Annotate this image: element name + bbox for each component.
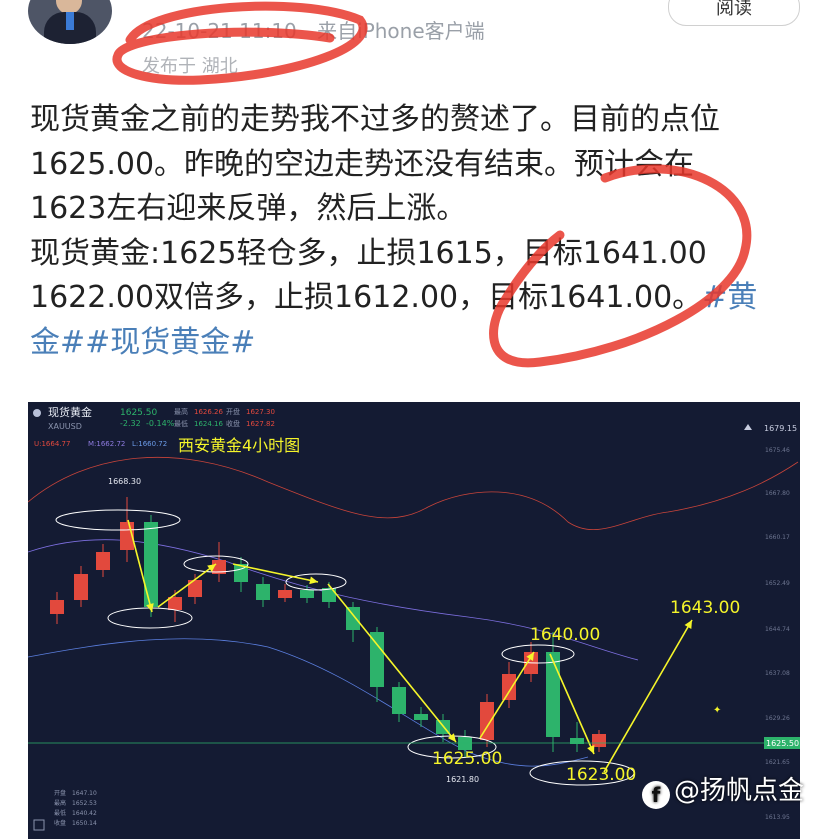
close-value: 1627.82: [246, 420, 275, 428]
open-label: 开盘: [226, 407, 240, 416]
annotation-1623: 1623.00: [566, 765, 636, 785]
chart-symbol[interactable]: 现货黄金: [48, 405, 92, 419]
post-line: 1622.00双倍多，止损1612.00，目标1641.00。#黄: [30, 276, 800, 321]
ohlc-key: 最低: [54, 809, 66, 817]
cursor-marker: ✦: [713, 705, 721, 716]
axis-tick-label: 1675.46: [765, 447, 790, 454]
candle-body: [346, 607, 360, 630]
chart-code: XAUUSD: [48, 422, 82, 431]
hashtag-link[interactable]: #黄: [702, 280, 757, 315]
high-label: 最高: [174, 407, 188, 416]
candle-body: [300, 590, 314, 598]
post-line: 现货黄金:1625轻仓多，止损1615，目标1641.00: [30, 235, 707, 271]
watermark-text: @扬帆点金: [674, 776, 805, 806]
ohlc-key: 开盘: [54, 789, 66, 797]
trend-arrow-head: [309, 576, 318, 585]
post-datetime: 22-10-21 11:10: [142, 19, 297, 43]
trend-arrow-line: [157, 563, 217, 608]
candle-body: [502, 674, 516, 700]
toolbar-icon[interactable]: [33, 819, 45, 831]
watermark: f @扬帆点金: [642, 770, 804, 809]
high-value: 1626.26: [194, 408, 223, 416]
trend-arrow-line: [479, 651, 535, 739]
hand-ellipses: [55, 509, 635, 786]
candle-body: [74, 574, 88, 600]
annotation-ellipse: [55, 509, 181, 531]
candle-body: [144, 522, 158, 607]
menu-icon[interactable]: [33, 409, 41, 417]
ohlc-value: 1640.42: [72, 810, 97, 817]
candle-body: [278, 590, 292, 598]
candle-body: [50, 600, 64, 614]
watermark-logo-icon: f: [642, 781, 670, 809]
chart-change-pct: -0.14%: [146, 419, 175, 428]
ohlc-key: 收盘: [54, 819, 66, 827]
upper-band: [28, 456, 799, 531]
candle-body: [256, 584, 270, 600]
axis-tick-label: 1644.74: [765, 626, 790, 633]
annotation-1643: 1643.00: [670, 598, 740, 618]
ohlc-value: 1650.14: [72, 820, 97, 827]
boll-upper: U:1664.77: [34, 440, 70, 448]
chart-title: 西安黄金4小时图: [178, 436, 300, 455]
trend-arrow-line: [327, 583, 457, 743]
ohlc-key: 最高: [54, 799, 66, 807]
candle-body: [370, 632, 384, 687]
candle-body: [546, 652, 560, 737]
chart-change: -2.32: [120, 419, 141, 428]
hashtag-link[interactable]: 金##现货黄金#: [30, 321, 800, 366]
low-value: 1624.16: [194, 420, 223, 428]
close-label: 收盘: [226, 419, 240, 428]
trend-arrows: [127, 519, 693, 773]
annotation-1625: 1625.00: [432, 749, 502, 769]
axis-tick-label: 1613.95: [765, 814, 790, 821]
open-value: 1627.30: [246, 408, 275, 416]
candle-body: [96, 552, 110, 570]
avatar[interactable]: [28, 0, 112, 44]
low-label: 最低: [174, 419, 188, 428]
candle-body: [414, 714, 428, 720]
candle-body: [592, 734, 606, 747]
axis-tick-label: 1660.17: [765, 534, 790, 541]
ohlc-value: 1652.53: [72, 800, 97, 807]
peak-label: 1668.30: [108, 477, 141, 486]
top-right-value: 1679.15: [764, 424, 797, 433]
lower-band: [28, 638, 589, 767]
axis-tick-label: 1629.26: [765, 715, 790, 722]
post-line: 1623左右迎来反弹，然后上涨。: [30, 191, 467, 226]
boll-lower: L:1660.72: [132, 440, 167, 448]
axis-tick-label: 1667.80: [765, 490, 790, 497]
avatar-tie: [66, 12, 74, 30]
axis-tick-label: 1652.49: [765, 580, 790, 587]
current-price-tag-text: 1625.50: [766, 739, 799, 748]
chart-price: 1625.50: [120, 408, 157, 418]
post-body: 现货黄金之前的走势我不过多的赘述了。目前的点位 1625.00。昨晚的空边走势还…: [30, 98, 800, 365]
candle-body: [392, 687, 406, 714]
bell-icon[interactable]: [744, 424, 752, 430]
price-axis: 1675.46 1667.80 1660.17 1652.49 1644.74 1637.…: [765, 447, 790, 821]
post-source: 来自iPhone客户端: [317, 19, 485, 43]
ohlc-summary: 开盘 1647.10 最高 1652.53 最低 1640.42 收盘 1650…: [54, 789, 97, 827]
read-button[interactable]: 阅读: [668, 0, 800, 26]
low-point-label: 1621.80: [446, 775, 479, 784]
ohlc-value: 1647.10: [72, 790, 97, 797]
post-line: 现货黄金之前的走势我不过多的赘述了。目前的点位: [30, 102, 720, 137]
post-header: 22-10-21 11:10 来自iPhone客户端 发布于 湖北 阅读: [0, 0, 827, 90]
post-line: 1625.00。昨晚的空边走势还没有结束。预计会在: [30, 146, 695, 182]
axis-tick-label: 1621.65: [765, 759, 790, 766]
annotation-ellipse: [107, 607, 193, 629]
axis-tick-label: 1637.08: [765, 670, 790, 677]
trend-arrow-line: [603, 619, 693, 773]
annotation-1640: 1640.00: [530, 625, 600, 645]
post-location: 发布于 湖北: [142, 56, 238, 77]
post-meta: 22-10-21 11:10 来自iPhone客户端: [142, 15, 485, 44]
post-line-text: 1622.00双倍多，止损1612.00，目标1641.00。: [30, 280, 703, 315]
boll-middle: M:1662.72: [88, 440, 125, 448]
